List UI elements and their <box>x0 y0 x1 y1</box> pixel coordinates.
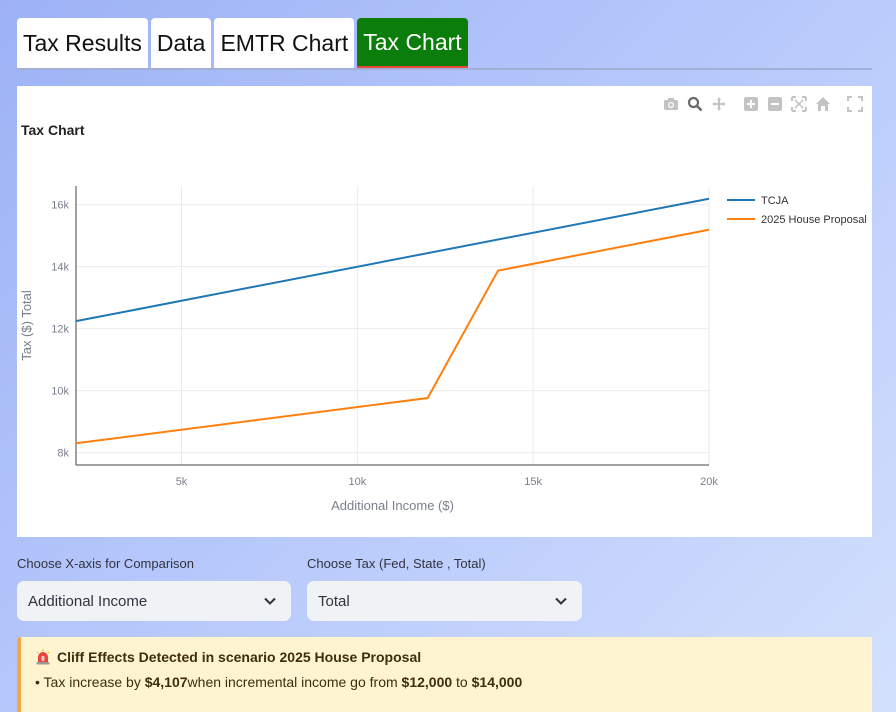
x-tick-label: 15k <box>524 476 542 488</box>
cliff-warning-alert: Cliff Effects Detected in scenario 2025 … <box>17 637 872 712</box>
fullscreen-icon[interactable] <box>846 95 864 113</box>
warning-detail: • Tax increase by $4,107when incremental… <box>35 674 858 690</box>
warning-text-3: to <box>452 674 472 690</box>
tax-chart[interactable]: 5k 10k 15k 20k 8k 10k 12k 14k 16k Additional Inco… <box>17 86 872 537</box>
x-tick-label: 5k <box>176 476 188 488</box>
tab-emtr-chart[interactable]: EMTR Chart <box>214 18 355 68</box>
x-tick-label: 10k <box>348 476 366 488</box>
tax-select-value: Total <box>318 592 350 610</box>
y-tick-label: 16k <box>51 200 69 212</box>
tabs-divider <box>17 68 872 70</box>
xaxis-select-label: Choose X-axis for Comparison <box>17 556 195 571</box>
zoom-out-icon[interactable] <box>766 95 784 113</box>
series-line-house-proposal <box>75 228 710 445</box>
y-axis-label: Tax ($) Total <box>19 290 34 361</box>
chart-title: Tax Chart <box>21 122 85 138</box>
chevron-down-icon <box>555 597 567 605</box>
warning-text-1: Tax increase by <box>43 674 145 690</box>
reset-axes-icon[interactable] <box>814 95 832 113</box>
x-axis-label: Additional Income ($) <box>331 498 454 513</box>
tab-bar: Tax Results Data EMTR Chart Tax Chart <box>17 18 468 70</box>
tax-select-label: Choose Tax (Fed, State , Total) <box>307 556 486 571</box>
chevron-down-icon <box>264 597 276 605</box>
warning-from: $12,000 <box>401 674 453 690</box>
warning-text-2: when incremental income go from <box>187 674 402 690</box>
camera-icon[interactable] <box>662 95 680 113</box>
xaxis-select-value: Additional Income <box>28 592 148 610</box>
chart-modebar <box>662 95 864 113</box>
bullet: • <box>35 674 40 690</box>
zoom-in-icon[interactable] <box>742 95 760 113</box>
autoscale-icon[interactable] <box>790 95 808 113</box>
zoom-icon[interactable] <box>686 95 704 113</box>
y-tick-label: 10k <box>51 386 69 398</box>
tab-tax-chart[interactable]: Tax Chart <box>357 18 468 68</box>
warning-title-text: Cliff Effects Detected in scenario 2025 … <box>57 649 422 665</box>
y-tick-label: 12k <box>51 324 69 336</box>
siren-icon <box>36 649 50 665</box>
y-tick-label: 14k <box>51 262 69 274</box>
y-tick-label: 8k <box>57 448 69 460</box>
tab-tax-results[interactable]: Tax Results <box>17 18 148 68</box>
warning-amount: $4,107 <box>144 674 188 690</box>
x-tick-label: 20k <box>700 476 718 488</box>
xaxis-select[interactable]: Additional Income <box>17 581 291 621</box>
tab-data[interactable]: Data <box>150 18 212 68</box>
pan-icon[interactable] <box>710 95 728 113</box>
series-line-tcja <box>75 197 710 323</box>
legend-label: 2025 House Proposal <box>761 214 867 226</box>
tax-select[interactable]: Total <box>307 581 582 621</box>
legend-label: TCJA <box>761 195 789 207</box>
warning-to: $14,000 <box>471 674 523 690</box>
warning-title: Cliff Effects Detected in scenario 2025 … <box>35 649 858 665</box>
chart-card: 5k 10k 15k 20k 8k 10k 12k 14k 16k Additional Inco… <box>17 86 872 537</box>
